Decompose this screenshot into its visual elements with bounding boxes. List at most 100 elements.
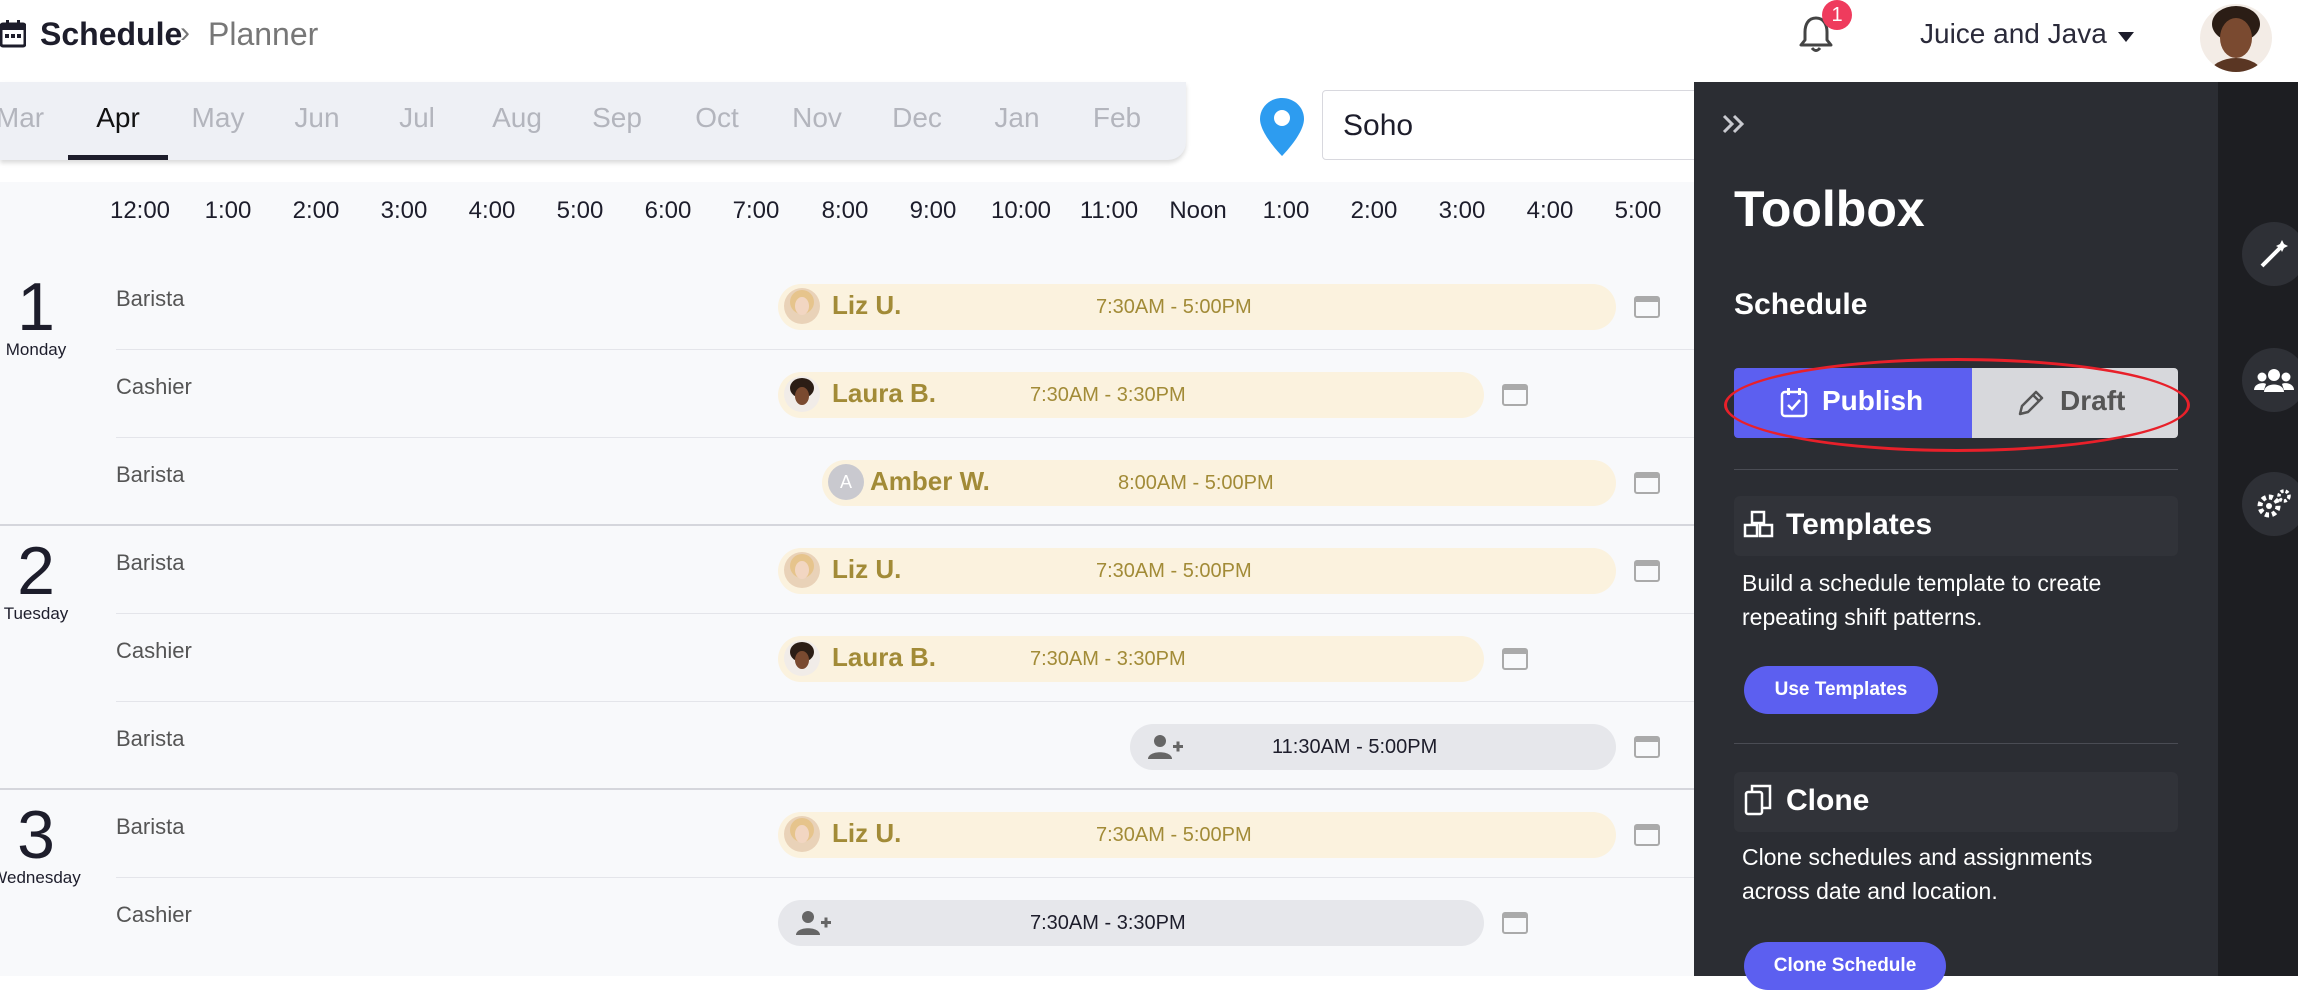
month-tab-sep[interactable]: Sep xyxy=(577,102,657,134)
magic-wand-icon xyxy=(2260,240,2288,268)
month-tab-nov[interactable]: Nov xyxy=(777,102,857,134)
breadcrumb-schedule[interactable]: Schedule xyxy=(40,16,182,53)
right-rail xyxy=(2218,82,2298,976)
shift-bar[interactable]: Liz U. 7:30AM - 5:00PM xyxy=(778,812,1616,858)
settings-button[interactable] xyxy=(2242,472,2298,536)
caret-down-icon[interactable] xyxy=(2118,32,2134,42)
calendar-icon[interactable] xyxy=(1634,822,1660,846)
calendar-icon[interactable] xyxy=(1634,558,1660,582)
employee-name: Amber W. xyxy=(870,466,990,496)
calendar-icon[interactable] xyxy=(1502,382,1528,406)
schedule-heading: Schedule xyxy=(1734,288,1868,321)
templates-title: Templates xyxy=(1786,508,1933,541)
month-selector: Mar Apr May Jun Jul Aug Sep Oct Nov Dec … xyxy=(0,82,1186,160)
month-tab-aug[interactable]: Aug xyxy=(477,102,557,134)
row-divider xyxy=(116,701,1694,702)
location-pin-icon xyxy=(1260,98,1304,156)
hour-label: 7:00 xyxy=(732,197,780,224)
shift-role: Barista xyxy=(116,550,185,575)
employee-avatar xyxy=(784,376,820,412)
hour-label: 4:00 xyxy=(468,197,516,224)
toolbox-panel: Toolbox Schedule Publish Draft Templates… xyxy=(1694,82,2218,990)
shift-role: Barista xyxy=(116,726,185,751)
collapse-panel-icon[interactable] xyxy=(1722,114,1746,134)
shift-role: Barista xyxy=(116,814,185,839)
hour-label: 4:00 xyxy=(1526,197,1574,224)
shift-bar[interactable]: Laura B. 7:30AM - 3:30PM xyxy=(778,636,1484,682)
hour-label: 2:00 xyxy=(1350,197,1398,224)
employee-avatar xyxy=(784,552,820,588)
copy-icon xyxy=(1744,784,1772,816)
clone-title: Clone xyxy=(1786,784,1870,817)
month-tab-dec[interactable]: Dec xyxy=(877,102,957,134)
month-tab-feb[interactable]: Feb xyxy=(1077,102,1157,134)
shift-time: 11:30AM - 5:00PM xyxy=(1272,736,1438,758)
shift-bar[interactable]: A Amber W. 8:00AM - 5:00PM xyxy=(822,460,1616,506)
month-tab-oct[interactable]: Oct xyxy=(677,102,757,134)
clone-schedule-button[interactable]: Clone Schedule xyxy=(1744,942,1946,990)
shift-time: 7:30AM - 5:00PM xyxy=(1096,824,1252,846)
section-divider xyxy=(1734,743,2178,744)
month-tab-jan[interactable]: Jan xyxy=(977,102,1057,134)
calendar-icon xyxy=(0,20,26,48)
calendar-icon[interactable] xyxy=(1634,294,1660,318)
hour-label: 1:00 xyxy=(1262,197,1310,224)
highlight-ellipse xyxy=(1724,358,2190,452)
shift-bar[interactable]: Liz U. 7:30AM - 5:00PM xyxy=(778,284,1616,330)
location-select[interactable]: Soho xyxy=(1322,90,1700,160)
employee-name: Liz U. xyxy=(832,290,902,320)
org-switcher[interactable]: Juice and Java xyxy=(1920,18,2107,50)
chevron-right-icon: › xyxy=(180,16,190,49)
shift-role: Cashier xyxy=(116,638,192,663)
breadcrumb-planner: Planner xyxy=(208,16,319,52)
section-divider xyxy=(1734,469,2178,470)
calendar-icon[interactable] xyxy=(1502,646,1528,670)
shift-role: Barista xyxy=(116,462,185,487)
calendar-icon[interactable] xyxy=(1502,910,1528,934)
day-name: Wednesday xyxy=(0,868,81,887)
templates-header: Templates xyxy=(1734,496,2178,556)
team-button[interactable] xyxy=(2242,348,2298,412)
shift-role: Cashier xyxy=(116,902,192,927)
calendar-icon[interactable] xyxy=(1634,470,1660,494)
day-number: 2 xyxy=(17,533,55,609)
magic-wand-button[interactable] xyxy=(2242,222,2298,286)
assign-user-icon[interactable] xyxy=(796,910,832,936)
row-divider xyxy=(116,437,1694,438)
month-tab-apr[interactable]: Apr xyxy=(78,102,158,134)
clone-description: Clone schedules and assignments across d… xyxy=(1742,844,2093,904)
assign-user-icon[interactable] xyxy=(1148,734,1184,760)
shift-bar[interactable]: Liz U. 7:30AM - 5:00PM xyxy=(778,548,1616,594)
shift-time: 7:30AM - 3:30PM xyxy=(1030,384,1186,406)
shift-time: 7:30AM - 5:00PM xyxy=(1096,560,1252,582)
employee-name: Liz U. xyxy=(832,554,902,584)
open-shift-bar[interactable]: 11:30AM - 5:00PM xyxy=(1130,724,1616,770)
employee-name: Laura B. xyxy=(832,642,937,672)
shift-time: 7:30AM - 3:30PM xyxy=(1030,912,1186,934)
hour-label: 12:00 xyxy=(109,197,171,224)
top-header: Schedule › Planner 1 Juice and Java xyxy=(0,0,2298,78)
hour-label: 6:00 xyxy=(644,197,692,224)
notification-badge: 1 xyxy=(1822,0,1852,30)
gears-icon xyxy=(2257,489,2291,518)
schedule-grid: 12:00 1:00 2:00 3:00 4:00 5:00 6:00 7:00… xyxy=(0,182,1694,976)
open-shift-bar[interactable]: 7:30AM - 3:30PM xyxy=(778,900,1484,946)
shift-bar[interactable]: Laura B. 7:30AM - 3:30PM xyxy=(778,372,1484,418)
user-avatar[interactable] xyxy=(2200,4,2272,72)
use-templates-button[interactable]: Use Templates xyxy=(1744,666,1938,714)
day-number: 3 xyxy=(17,797,55,873)
calendar-icon[interactable] xyxy=(1634,734,1660,758)
hour-label: 3:00 xyxy=(1438,197,1486,224)
day-name: Monday xyxy=(5,340,67,359)
toolbox-title: Toolbox xyxy=(1734,181,1925,237)
month-tab-jun[interactable]: Jun xyxy=(277,102,357,134)
employee-initial: A xyxy=(828,464,864,500)
row-divider xyxy=(116,349,1694,350)
shift-role: Barista xyxy=(116,286,185,311)
month-tab-may[interactable]: May xyxy=(178,102,258,134)
row-divider xyxy=(116,877,1694,878)
month-tab-mar[interactable]: Mar xyxy=(0,102,60,134)
month-tab-jul[interactable]: Jul xyxy=(377,102,457,134)
templates-description: Build a schedule template to create repe… xyxy=(1742,570,2102,630)
location-value: Soho xyxy=(1343,109,1414,142)
